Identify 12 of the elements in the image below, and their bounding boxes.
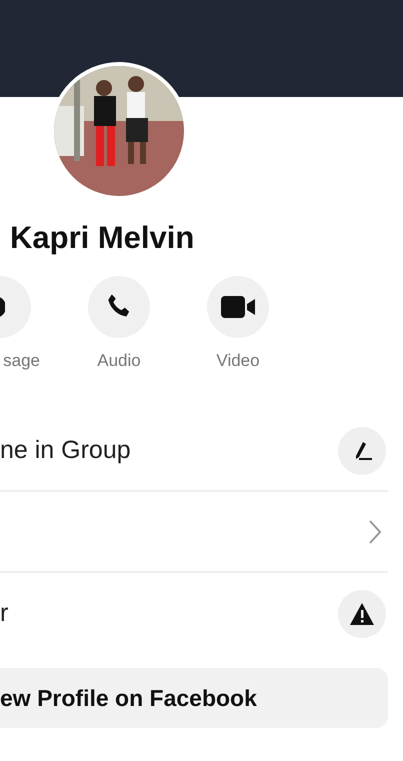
video-camera-icon <box>221 296 255 318</box>
view-profile-button[interactable]: ew Profile on Facebook <box>0 668 388 728</box>
warning-button[interactable] <box>338 590 386 638</box>
action-label: Audio <box>97 351 141 371</box>
menu-label[interactable]: ne in Group <box>0 436 131 465</box>
warning-icon <box>349 602 375 626</box>
chevron-right-icon <box>368 518 382 544</box>
profile-name: Kapri Melvin <box>10 220 196 256</box>
action-label: Video <box>216 351 260 371</box>
menu-label[interactable]: r <box>0 599 8 628</box>
edit-button[interactable] <box>338 426 386 474</box>
action-label: sage <box>3 351 40 371</box>
